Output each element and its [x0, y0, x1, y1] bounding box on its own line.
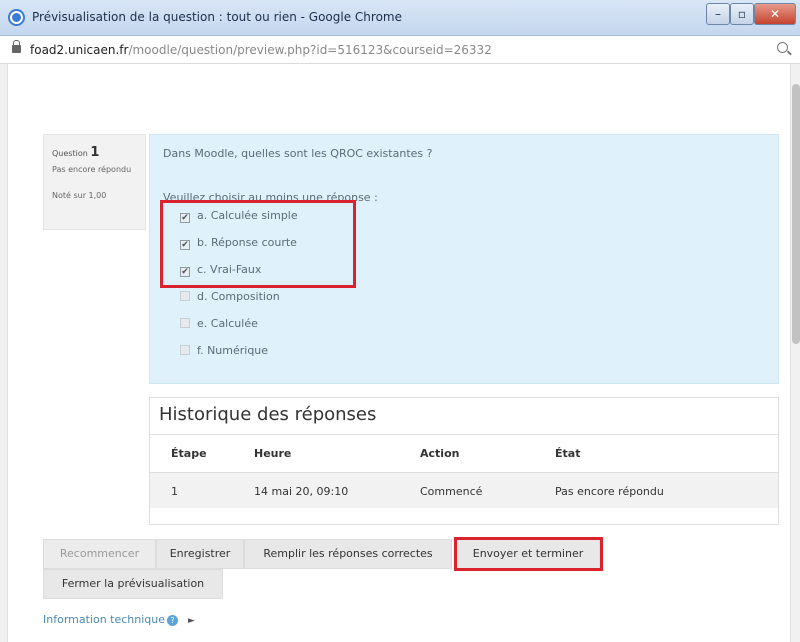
- window-title: Prévisualisation de la question : tout o…: [32, 10, 402, 24]
- close-window-button[interactable]: ✕: [754, 3, 796, 25]
- checkbox[interactable]: [180, 345, 190, 355]
- question-number-value: 1: [90, 145, 100, 160]
- zoom-icon[interactable]: [777, 42, 788, 53]
- answer-label: d. Composition: [197, 290, 280, 303]
- cell-state: Pas encore répondu: [555, 485, 664, 498]
- column-header-action: Action: [420, 447, 460, 460]
- column-header-state: État: [555, 447, 581, 460]
- question-info-box: Question 1 Pas encore répondu Noté sur 1…: [43, 134, 146, 230]
- answer-option[interactable]: d. Composition: [180, 290, 280, 306]
- history-header-row: Étape Heure Action État: [150, 434, 778, 472]
- technical-info-link[interactable]: Information technique? ►: [43, 613, 195, 626]
- answer-option[interactable]: f. Numérique: [180, 344, 268, 360]
- answer-label: f. Numérique: [197, 344, 269, 357]
- window-titlebar: Prévisualisation de la question : tout o…: [0, 0, 800, 36]
- expand-arrow-icon[interactable]: ►: [188, 616, 195, 626]
- highlight-box-submit: [454, 537, 603, 571]
- response-history: Historique des réponses Étape Heure Acti…: [149, 397, 779, 525]
- cell-action: Commencé: [420, 485, 483, 498]
- fill-correct-button[interactable]: Remplir les réponses correctes: [244, 539, 452, 569]
- left-edge: [0, 64, 8, 642]
- question-label: Question: [52, 149, 88, 158]
- column-header-time: Heure: [254, 447, 292, 460]
- restart-button[interactable]: Recommencer: [43, 539, 156, 569]
- history-title: Historique des réponses: [159, 404, 377, 425]
- cell-time: 14 mai 20, 09:10: [254, 485, 349, 498]
- answer-label: e. Calculée: [197, 317, 258, 330]
- chrome-icon: [8, 9, 25, 26]
- technical-info-label: Information technique: [43, 613, 166, 626]
- column-header-step: Étape: [171, 447, 207, 460]
- checkbox[interactable]: [180, 318, 190, 328]
- scrollbar[interactable]: [790, 64, 800, 642]
- lock-icon: [12, 40, 21, 53]
- answer-option[interactable]: e. Calculée: [180, 317, 258, 333]
- cell-step: 1: [171, 485, 178, 498]
- close-preview-button[interactable]: Fermer la prévisualisation: [43, 569, 223, 599]
- checkbox[interactable]: [180, 291, 190, 301]
- scrollbar-thumb[interactable]: [792, 84, 800, 344]
- maximize-button[interactable]: ▫: [730, 3, 754, 25]
- minimize-button[interactable]: –: [706, 3, 730, 25]
- question-text: Dans Moodle, quelles sont les QROC exist…: [163, 147, 433, 160]
- save-button[interactable]: Enregistrer: [156, 539, 244, 569]
- question-number: Question 1: [52, 145, 99, 160]
- question-grade: Noté sur 1,00: [52, 191, 107, 200]
- url-path: /moodle/question/preview.php?id=516123&c…: [128, 43, 492, 57]
- address-bar[interactable]: foad2.unicaen.fr/moodle/question/preview…: [0, 36, 800, 64]
- highlight-box-answers: [160, 200, 356, 288]
- table-row: 1 14 mai 20, 09:10 Commencé Pas encore r…: [150, 472, 778, 508]
- help-icon[interactable]: ?: [167, 615, 179, 626]
- url-text[interactable]: foad2.unicaen.fr/moodle/question/preview…: [30, 43, 492, 57]
- url-host: foad2.unicaen.fr: [30, 43, 129, 57]
- question-state: Pas encore répondu: [52, 165, 132, 174]
